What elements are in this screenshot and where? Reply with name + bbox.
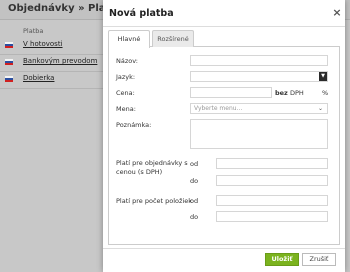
items-to-label: do <box>190 213 199 221</box>
order-price-from-input[interactable] <box>216 158 328 169</box>
currency-label: Mena: <box>116 105 136 113</box>
name-label: Názov: <box>116 57 138 65</box>
items-from-label: od <box>190 197 199 205</box>
tab-bar: Hlavné Rozšírené <box>108 30 340 48</box>
order-price-label-line2: cenou (s DPH) <box>116 168 163 176</box>
close-icon[interactable]: × <box>332 7 342 19</box>
tab-advanced[interactable]: Rozšírené <box>152 30 194 47</box>
price-bez-text: bez <box>275 89 288 97</box>
slovak-flag-icon <box>5 76 13 82</box>
slovak-flag-icon <box>5 59 13 65</box>
language-select[interactable]: ▼ <box>190 71 328 82</box>
items-to-input[interactable] <box>216 211 328 222</box>
name-input[interactable] <box>190 55 328 66</box>
price-dph-text: DPH <box>290 89 304 97</box>
new-payment-dialog: Nová platba × Hlavné Rozšírené Názov: Ja… <box>103 0 345 272</box>
chevron-down-icon[interactable]: ▼ <box>319 72 327 81</box>
note-textarea[interactable] <box>190 119 328 149</box>
order-price-label-line1: Platí pre objednávky s <box>116 159 188 167</box>
list-item: Bankovým prevodom <box>0 55 103 72</box>
payment-link[interactable]: V hotovosti <box>23 40 63 48</box>
items-count-label: Platí pre počet položiek <box>116 197 193 205</box>
cancel-button[interactable]: Zrušiť <box>302 253 336 266</box>
column-header-platba: Platba <box>23 27 44 35</box>
language-label: Jazyk: <box>116 73 136 81</box>
order-price-to-input[interactable] <box>216 175 328 186</box>
currency-select[interactable]: Vyberte menu... ⌄ <box>190 103 328 114</box>
price-label: Cena: <box>116 89 135 97</box>
slovak-flag-icon <box>5 42 13 48</box>
percent-text: % <box>322 89 329 97</box>
save-button[interactable]: Uložiť <box>265 253 299 266</box>
chevron-down-icon[interactable]: ⌄ <box>318 104 323 113</box>
currency-placeholder: Vyberte menu... <box>194 105 243 112</box>
order-price-to-label: do <box>190 177 199 185</box>
payment-link[interactable]: Dobierka <box>23 74 54 82</box>
tab-main[interactable]: Hlavné <box>108 30 150 48</box>
note-label: Poznámka: <box>116 121 152 129</box>
price-input[interactable] <box>190 87 272 98</box>
items-from-input[interactable] <box>216 195 328 206</box>
dialog-title: Nová platba <box>109 8 174 19</box>
dialog-footer: Uložiť Zrušiť <box>103 248 345 272</box>
dialog-header: Nová platba × <box>103 0 345 27</box>
form-panel: Názov: Jazyk: ▼ Cena: bez DPH % Mena: Vy… <box>108 47 340 245</box>
list-item: Dobierka <box>0 72 103 89</box>
payment-link[interactable]: Bankovým prevodom <box>23 57 97 65</box>
list-item: V hotovosti <box>0 38 103 55</box>
order-price-from-label: od <box>190 160 199 168</box>
